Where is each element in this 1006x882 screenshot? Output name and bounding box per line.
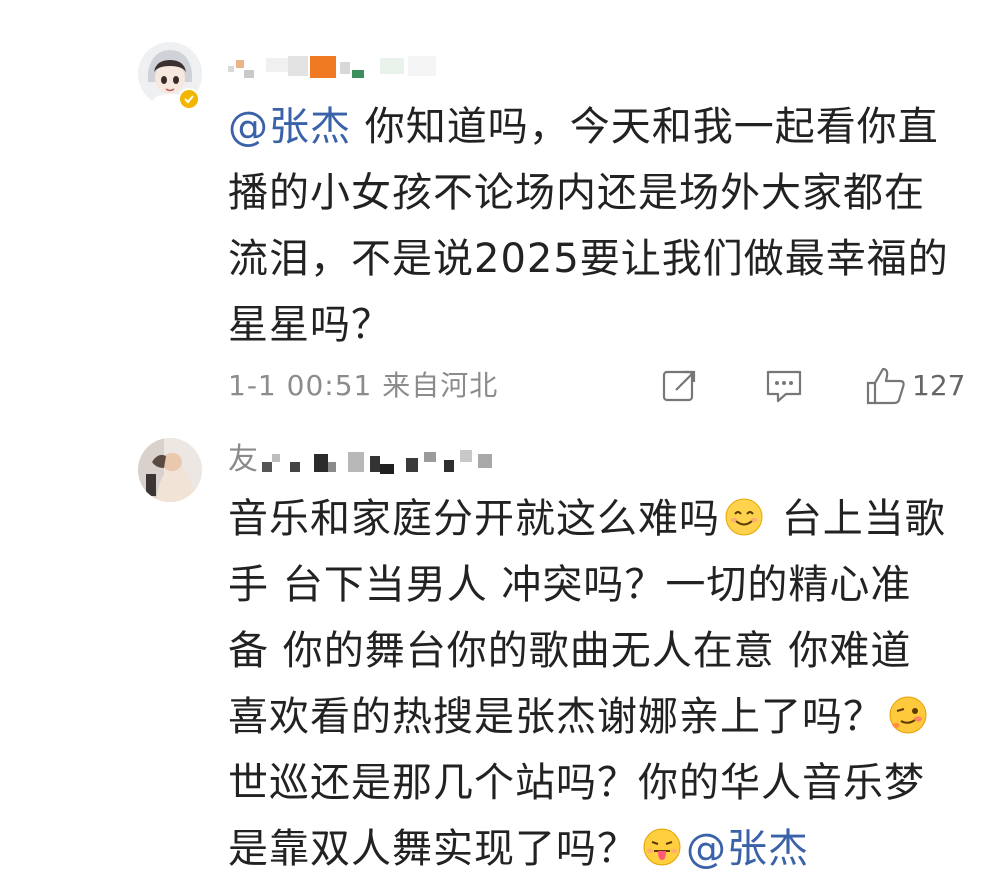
wink-emoji-icon xyxy=(888,695,928,735)
user-avatar-icon xyxy=(138,438,202,502)
like-count: 127 xyxy=(912,369,966,402)
verified-badge-icon xyxy=(178,88,200,110)
timestamp-location: 1-1 00:51 来自河北 xyxy=(228,369,499,402)
mention-link[interactable]: @张杰 xyxy=(686,826,809,872)
comment-text: @张杰 你知道吗，今天和我一起看你直 播的小女孩不论场内还是场外大家都在 流泪，… xyxy=(228,94,988,358)
comment-body-part-1: 音乐和家庭分开就这么难吗 xyxy=(228,496,720,542)
comment-icon xyxy=(766,370,802,403)
share-icon xyxy=(662,370,696,402)
tongue-emoji-icon xyxy=(642,827,682,867)
reply-button[interactable] xyxy=(764,366,804,406)
mention-link[interactable]: @张杰 xyxy=(228,104,351,150)
comment-meta: 1-1 00:51 来自河北 127 xyxy=(228,362,988,412)
avatar[interactable] xyxy=(138,438,202,502)
like-button[interactable]: 127 xyxy=(864,366,965,406)
comment-body-part-3: 世巡还是那几个站吗？你的华人音乐梦 是靠双人舞实现了吗？ xyxy=(228,760,925,872)
smile-emoji-icon xyxy=(724,497,764,537)
comment-text: 音乐和家庭分开就这么难吗 台上当歌 手 台下当男人 冲突吗？一切的精心准 备 你… xyxy=(228,486,988,882)
username-visible-char: 友 xyxy=(228,442,258,477)
username-redacted[interactable] xyxy=(228,52,548,88)
username-redacted[interactable]: 友 xyxy=(228,442,548,478)
share-button[interactable] xyxy=(660,366,700,406)
thumbs-up-icon xyxy=(866,367,905,405)
